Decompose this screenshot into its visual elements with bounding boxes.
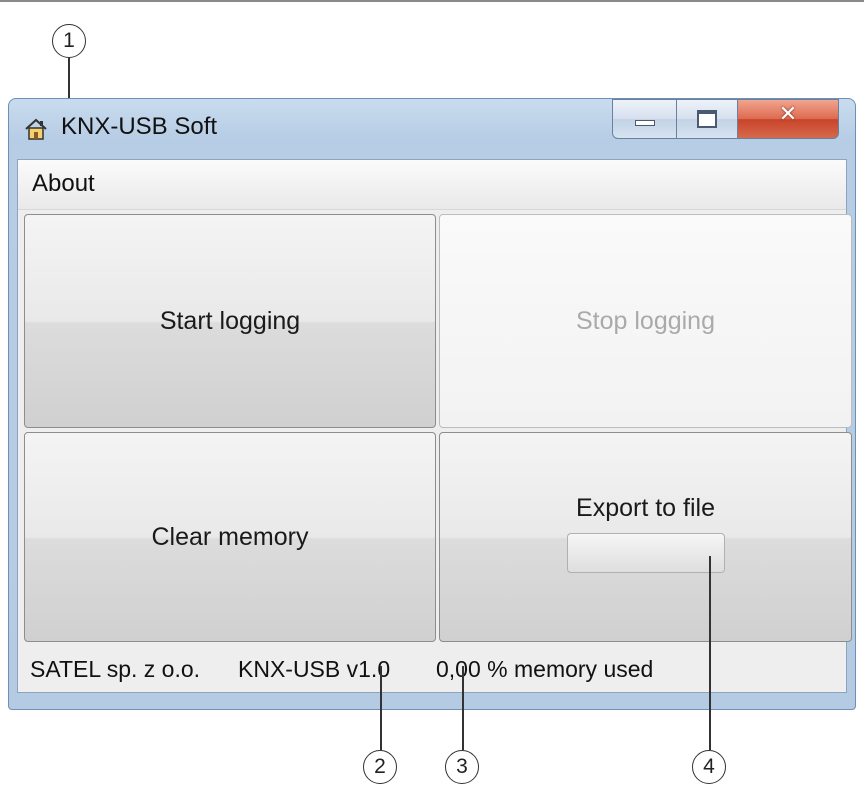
status-bar: SATEL sp. z o.o. KNX-USB v1.0 0,00 % mem…	[18, 646, 846, 692]
status-memory: 0,00 % memory used	[436, 656, 654, 682]
callout-2: 2	[363, 750, 397, 784]
home-icon	[25, 118, 47, 140]
close-icon: ✕	[778, 102, 798, 127]
maximize-icon	[697, 110, 717, 128]
stop-logging-button[interactable]: Stop logging	[439, 214, 852, 428]
minimize-button[interactable]	[612, 99, 677, 139]
menu-about[interactable]: About	[32, 170, 95, 198]
close-button[interactable]: ✕	[737, 99, 839, 139]
export-progress-bar	[566, 532, 725, 573]
clear-memory-button[interactable]: Clear memory	[24, 432, 436, 642]
start-logging-label: Start logging	[159, 306, 301, 335]
callout-4-leader	[709, 556, 711, 750]
callout-3: 3	[445, 750, 479, 784]
callout-2-leader	[380, 666, 382, 750]
callout-1: 1	[52, 24, 86, 58]
minimize-icon	[635, 120, 655, 126]
title-bar[interactable]: KNX-USB Soft ✕	[9, 99, 855, 157]
status-company: SATEL sp. z o.o.	[30, 656, 201, 682]
menu-bar: About	[18, 160, 846, 210]
start-logging-button[interactable]: Start logging	[24, 214, 436, 428]
status-version: KNX-USB v1.0	[238, 656, 391, 682]
export-to-file-button[interactable]: Export to file	[439, 432, 852, 642]
client-area: About Start logging Stop logging Clear m…	[17, 159, 852, 693]
top-rule	[0, 0, 864, 2]
clear-memory-label: Clear memory	[151, 522, 309, 551]
export-to-file-label: Export to file	[576, 493, 715, 522]
window-title: KNX-USB Soft	[61, 113, 218, 140]
stop-logging-label: Stop logging	[575, 306, 715, 335]
app-window: KNX-USB Soft ✕ About Start logging Stop …	[8, 98, 856, 710]
callout-4: 4	[692, 750, 726, 784]
maximize-button[interactable]	[676, 99, 738, 139]
callout-3-leader	[462, 666, 464, 750]
